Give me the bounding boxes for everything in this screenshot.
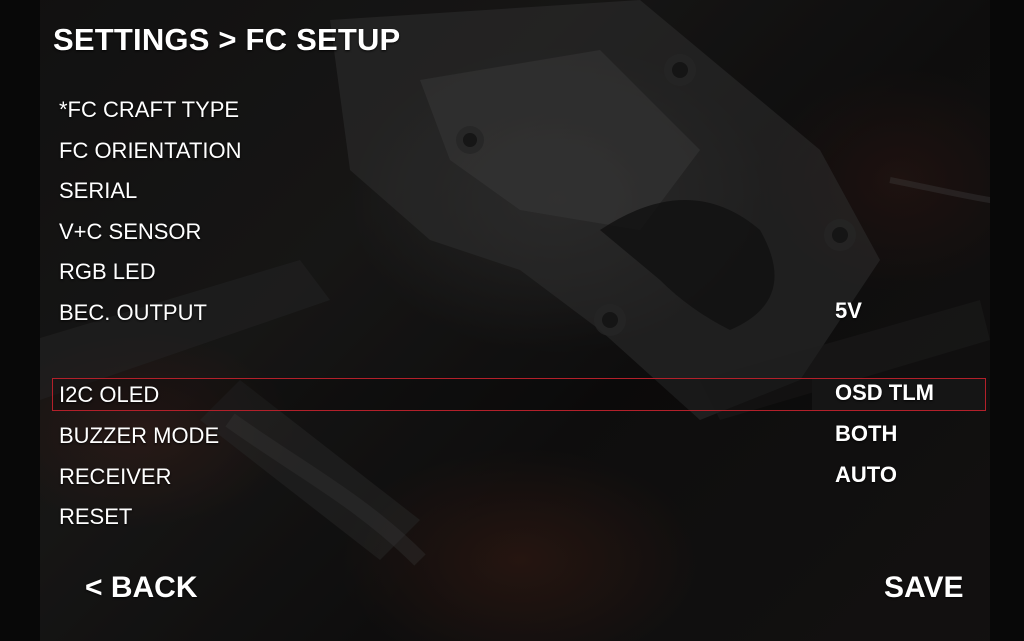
back-button[interactable]: < BACK xyxy=(85,571,198,605)
menu-item-serial[interactable]: SERIAL xyxy=(59,178,137,204)
menu-item-bec-output[interactable]: BEC. OUTPUT xyxy=(59,300,207,326)
menu-item-receiver[interactable]: RECEIVER xyxy=(59,464,171,490)
left-frame-border xyxy=(0,0,40,641)
buzzer-mode-value[interactable]: BOTH xyxy=(835,421,897,447)
page-title: SETTINGS > FC SETUP xyxy=(53,22,401,57)
menu-item-vc-sensor[interactable]: V+C SENSOR xyxy=(59,219,201,245)
i2c-oled-value[interactable]: OSD TLM xyxy=(835,380,934,406)
menu-item-rgb-led[interactable]: RGB LED xyxy=(59,259,156,285)
bec-output-value[interactable]: 5V xyxy=(835,298,862,324)
save-button[interactable]: SAVE xyxy=(884,571,963,605)
menu-item-buzzer-mode[interactable]: BUZZER MODE xyxy=(59,423,219,449)
menu-item-fc-craft-type[interactable]: *FC CRAFT TYPE xyxy=(59,97,239,123)
right-frame-border xyxy=(990,0,1024,641)
receiver-value[interactable]: AUTO xyxy=(835,462,897,488)
menu-item-i2c-oled[interactable]: I2C OLED xyxy=(59,382,159,408)
menu-item-reset[interactable]: RESET xyxy=(59,504,132,530)
menu-item-fc-orientation[interactable]: FC ORIENTATION xyxy=(59,138,242,164)
fc-setup-screen: SETTINGS > FC SETUP *FC CRAFT TYPE FC OR… xyxy=(0,0,1024,641)
